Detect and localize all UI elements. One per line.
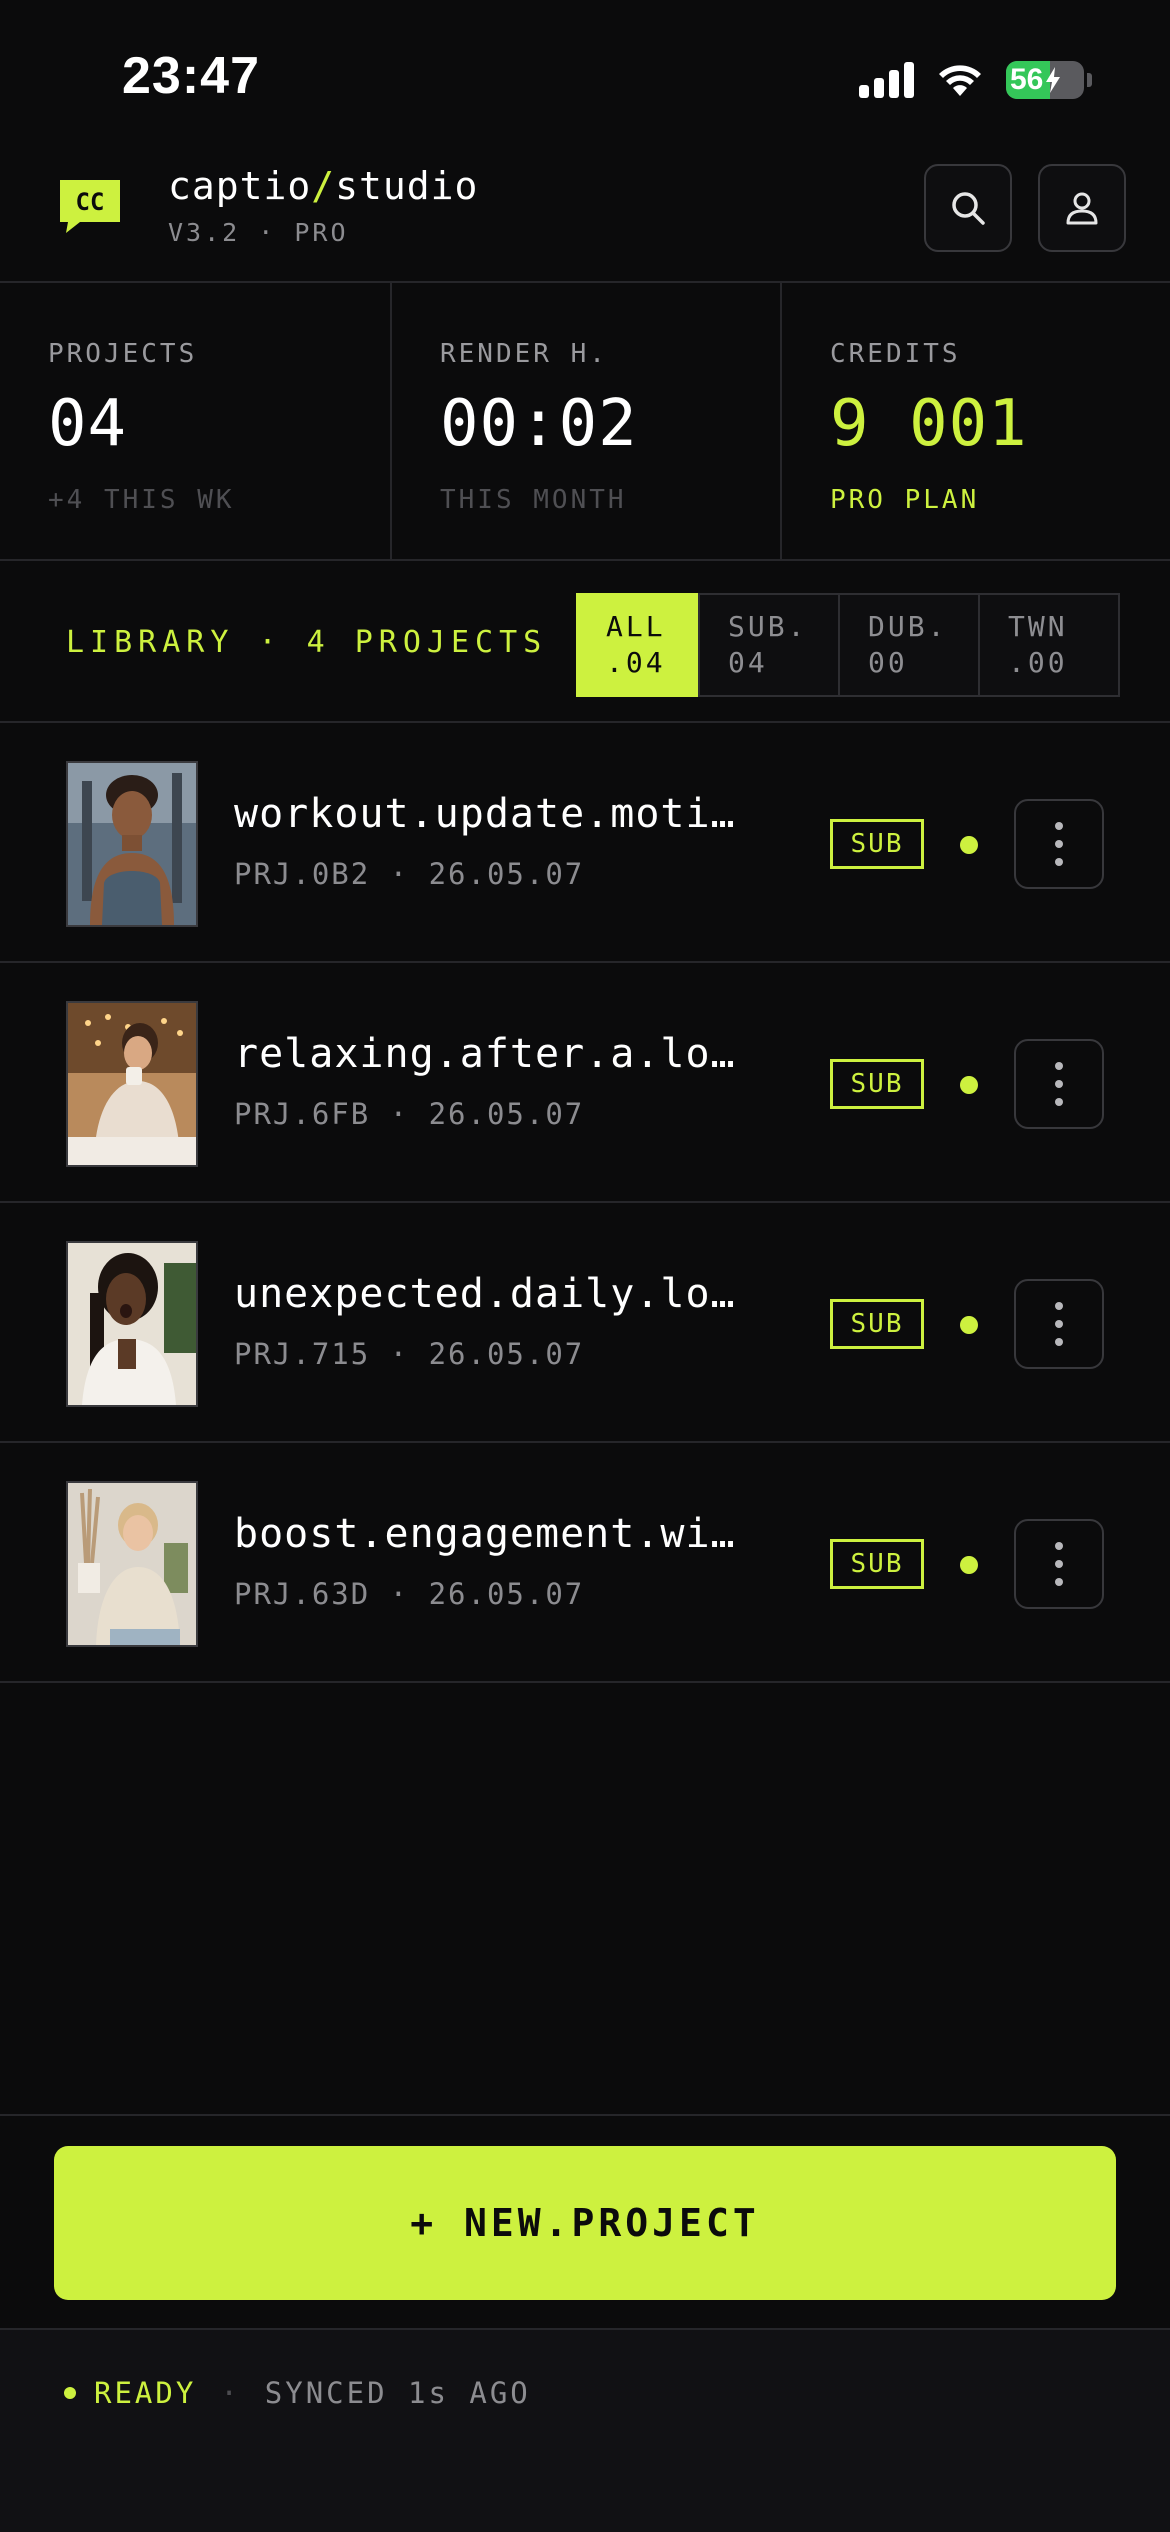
filter-dub[interactable]: DUB. 00: [838, 593, 980, 697]
project-thumbnail[interactable]: [66, 1481, 198, 1647]
new-project-button[interactable]: + NEW.PROJECT: [54, 2146, 1116, 2300]
sync-status: READY · SYNCED 1s AGO: [64, 2376, 531, 2410]
filter-count: 00: [868, 646, 908, 679]
library-bar: LIBRARY · 4 PROJECTS ALL .04 SUB. 04 DUB…: [0, 561, 1170, 723]
project-thumbnail[interactable]: [66, 1241, 198, 1407]
brand-name: captio/studio: [168, 164, 479, 208]
project-name: boost.engagement.wi…: [234, 1511, 736, 1557]
stat-render-hours: RENDER H. 00:02 THIS MONTH: [390, 283, 780, 559]
more-vertical-icon: [1055, 1062, 1063, 1070]
project-row[interactable]: unexpected.daily.lo… PRJ.715 · 26.05.07 …: [0, 1203, 1170, 1443]
synced-label: SYNCED 1s AGO: [264, 2376, 531, 2410]
more-vertical-icon: [1055, 822, 1063, 830]
stat-value: 00:02: [440, 387, 638, 461]
type-badge: SUB: [830, 1059, 924, 1109]
stat-value: 9 001: [830, 387, 1028, 461]
stat-label: RENDER H.: [440, 339, 608, 369]
status-dot: [960, 1076, 978, 1094]
app-header: CC captio/studio V3.2 · PRO: [0, 150, 1170, 283]
stat-projects: PROJECTS 04 +4 THIS WK: [0, 283, 390, 559]
ready-label: READY: [94, 2376, 197, 2410]
stat-sub: +4 THIS WK: [48, 485, 235, 515]
filter-all[interactable]: ALL .04: [576, 593, 700, 697]
status-dot: [960, 1316, 978, 1334]
more-options-button[interactable]: [1014, 1279, 1104, 1369]
status-bar: 23:47 56: [0, 0, 1170, 150]
search-icon: [952, 192, 985, 225]
more-options-button[interactable]: [1014, 1519, 1104, 1609]
stat-label: CREDITS: [830, 339, 961, 369]
filter-count: 04: [728, 646, 768, 679]
project-row[interactable]: boost.engagement.wi… PRJ.63D · 26.05.07 …: [0, 1443, 1170, 1683]
status-time: 23:47: [122, 47, 260, 105]
filter-label: ALL: [606, 610, 666, 643]
ready-dot: [64, 2387, 76, 2399]
project-list: workout.update.moti… PRJ.0B2 · 26.05.07 …: [0, 723, 1170, 1683]
project-meta: PRJ.63D · 26.05.07: [234, 1577, 585, 1611]
cc-logo-icon: CC: [60, 180, 120, 233]
more-options-button[interactable]: [1014, 799, 1104, 889]
stat-label: PROJECTS: [48, 339, 198, 369]
project-name: workout.update.moti…: [234, 791, 736, 837]
status-dot: [960, 836, 978, 854]
search-button[interactable]: [924, 164, 1012, 252]
filter-count: .00: [1008, 646, 1068, 679]
type-badge: SUB: [830, 819, 924, 869]
cellular-signal-icon: [859, 62, 914, 98]
separator: ·: [220, 2376, 241, 2410]
footer-status-bar: READY · SYNCED 1s AGO: [0, 2330, 1170, 2532]
type-badge: SUB: [830, 1299, 924, 1349]
status-dot: [960, 1556, 978, 1574]
stat-sub: THIS MONTH: [440, 485, 627, 515]
filter-count: .04: [606, 646, 666, 679]
project-meta: PRJ.6FB · 26.05.07: [234, 1097, 585, 1131]
project-name: unexpected.daily.lo…: [234, 1271, 736, 1317]
type-badge: SUB: [830, 1539, 924, 1589]
filter-label: SUB.: [728, 610, 808, 643]
charging-bolt-icon: [1046, 67, 1061, 93]
more-vertical-icon: [1055, 1302, 1063, 1310]
project-meta: PRJ.0B2 · 26.05.07: [234, 857, 585, 891]
app-version: V3.2 · PRO: [168, 218, 349, 247]
battery-icon: 56: [1006, 61, 1084, 99]
project-thumbnail[interactable]: [66, 1001, 198, 1167]
cta-area: + NEW.PROJECT: [0, 2114, 1170, 2330]
project-meta: PRJ.715 · 26.05.07: [234, 1337, 585, 1371]
project-name: relaxing.after.a.lo…: [234, 1031, 736, 1077]
project-row[interactable]: workout.update.moti… PRJ.0B2 · 26.05.07 …: [0, 723, 1170, 963]
stat-sub: PRO PLAN: [830, 485, 980, 515]
filter-tabs: ALL .04 SUB. 04 DUB. 00 TWN .00: [576, 593, 1120, 697]
filter-label: DUB.: [868, 610, 948, 643]
profile-icon: [1066, 192, 1098, 225]
project-thumbnail[interactable]: [66, 761, 198, 927]
svg-text:CC: CC: [76, 188, 105, 216]
library-title: LIBRARY · 4 PROJECTS: [66, 625, 548, 660]
more-options-button[interactable]: [1014, 1039, 1104, 1129]
stats-panel: PROJECTS 04 +4 THIS WK RENDER H. 00:02 T…: [0, 283, 1170, 561]
project-row[interactable]: relaxing.after.a.lo… PRJ.6FB · 26.05.07 …: [0, 963, 1170, 1203]
battery-percent: 56: [1010, 63, 1044, 96]
status-icons: 56: [859, 58, 1092, 102]
stat-value: 04: [48, 387, 128, 461]
stat-credits: CREDITS 9 001 PRO PLAN: [780, 283, 1170, 559]
profile-button[interactable]: [1038, 164, 1126, 252]
filter-sub[interactable]: SUB. 04: [698, 593, 840, 697]
filter-label: TWN: [1008, 610, 1068, 643]
more-vertical-icon: [1055, 1542, 1063, 1550]
filter-twn[interactable]: TWN .00: [978, 593, 1120, 697]
wifi-icon: [939, 65, 981, 96]
